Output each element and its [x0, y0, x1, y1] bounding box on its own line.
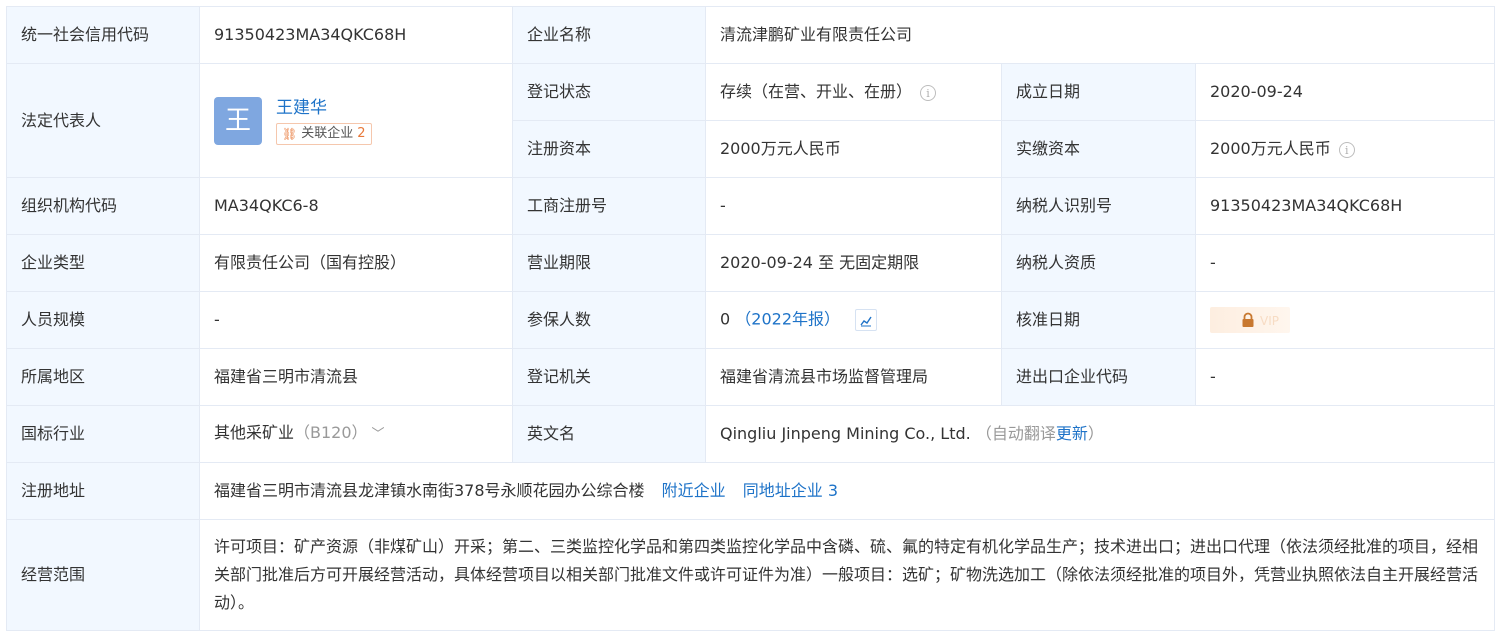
insured-year-link[interactable]: （2022年报） — [735, 310, 840, 329]
avatar[interactable]: 王 — [214, 96, 262, 145]
value-org-code: MA34QKC6-8 — [199, 177, 513, 235]
label-biz-reg-no: 工商注册号 — [512, 177, 706, 235]
value-company-name: 清流津鹏矿业有限责任公司 — [704, 6, 1496, 64]
value-insured: 0 （2022年报） — [705, 291, 1002, 349]
label-insured: 参保人数 — [512, 291, 706, 349]
label-english-name: 英文名 — [512, 405, 706, 463]
industry-code: （B120） — [294, 423, 360, 442]
industry-name: 其他采矿业 — [214, 423, 295, 442]
label-approve-date: 核准日期 — [1001, 291, 1196, 349]
value-staff-size: - — [199, 291, 513, 349]
info-circle-icon[interactable]: i — [920, 84, 937, 101]
label-biz-term: 营业期限 — [512, 234, 706, 292]
value-legal-rep: 王 王建华 ⛓ 关联企业 2 — [199, 63, 513, 178]
english-name-text: Qingliu Jinpeng Mining Co., Ltd. — [720, 424, 971, 443]
row-industry: 国标行业 其他采矿业（B120） ﹀ 英文名 Qingliu Jinpeng Mi… — [6, 405, 1496, 463]
label-company-type: 企业类型 — [6, 234, 200, 292]
related-count: 2 — [357, 125, 366, 141]
label-reg-authority: 登记机关 — [512, 348, 706, 406]
label-taxpayer-id: 纳税人识别号 — [1001, 177, 1196, 235]
auto-translate-suffix: ） — [1087, 424, 1104, 443]
legal-rep-block: 王 王建华 ⛓ 关联企业 2 — [214, 96, 512, 145]
label-taxpayer-qual: 纳税人资质 — [1001, 234, 1196, 292]
label-reg-address: 注册地址 — [6, 462, 200, 520]
value-import-export-code: - — [1194, 348, 1496, 406]
label-credit-code: 统一社会信用代码 — [6, 6, 200, 64]
row-staff: 人员规模 - 参保人数 0 （2022年报） 核准日期 VIP — [6, 291, 1496, 349]
translate-update-link[interactable]: 更新 — [1056, 424, 1088, 443]
label-region: 所属地区 — [6, 348, 200, 406]
label-legal-rep: 法定代表人 — [6, 63, 200, 178]
label-staff-size: 人员规模 — [6, 291, 200, 349]
value-taxpayer-qual: - — [1194, 234, 1496, 292]
value-reg-status: 存续（在营、开业、在册） i — [705, 63, 1002, 121]
label-industry: 国标行业 — [6, 405, 200, 463]
paid-capital-text: 2000万元人民币 — [1210, 139, 1331, 158]
value-found-date: 2020-09-24 — [1194, 63, 1496, 121]
insured-count: 0 — [720, 309, 731, 329]
label-reg-status: 登记状态 — [512, 63, 706, 121]
vip-lock-badge[interactable]: VIP — [1210, 307, 1290, 333]
value-biz-term: 2020-09-24 至 无固定期限 — [705, 234, 1002, 292]
row-scope: 经营范围 许可项目：矿产资源（非煤矿山）开采；第二、三类监控化学品和第四类监控化… — [6, 519, 1496, 631]
label-company-name: 企业名称 — [512, 6, 706, 64]
row-org-code: 组织机构代码 MA34QKC6-8 工商注册号 - 纳税人识别号 9135042… — [6, 177, 1496, 235]
lock-icon — [1242, 312, 1254, 327]
info-circle-icon[interactable]: i — [1338, 141, 1355, 158]
related-companies-badge[interactable]: ⛓ 关联企业 2 — [276, 122, 372, 145]
value-reg-authority: 福建省清流县市场监督管理局 — [705, 348, 1002, 406]
value-reg-capital: 2000万元人民币 — [705, 120, 1002, 178]
label-import-export-code: 进出口企业代码 — [1001, 348, 1196, 406]
value-biz-reg-no: - — [705, 177, 1002, 235]
value-english-name: Qingliu Jinpeng Mining Co., Ltd. （自动翻译更新… — [704, 405, 1496, 463]
chevron-down-icon[interactable]: ﹀ — [372, 427, 385, 442]
row-company-type: 企业类型 有限责任公司（国有控股） 营业期限 2020-09-24 至 无固定期… — [6, 234, 1496, 292]
same-address-count: 3 — [827, 481, 839, 500]
related-label: 关联企业 — [301, 125, 354, 141]
row-credit-code: 统一社会信用代码 91350423MA34QKC68H 企业名称 清流津鹏矿业有… — [6, 6, 1496, 64]
label-reg-capital: 注册资本 — [512, 120, 706, 178]
same-address-companies-link[interactable]: 同地址企业 3 — [743, 481, 838, 500]
value-approve-date: VIP — [1194, 291, 1496, 349]
reg-status-text: 存续（在营、开业、在册） — [720, 82, 913, 101]
network-icon: ⛓ — [282, 126, 298, 141]
row-status: 法定代表人 王 王建华 ⛓ 关联企业 2 登记状态 存续（在营、开业、在册） i … — [6, 63, 1496, 178]
value-company-type: 有限责任公司（国有控股） — [199, 234, 513, 292]
row-address: 注册地址 福建省三明市清流县龙津镇水南街378号永顺花园办公综合楼 附近企业 同… — [6, 462, 1496, 520]
label-paid-capital: 实缴资本 — [1001, 120, 1196, 178]
legal-rep-name-link[interactable]: 王建华 — [276, 97, 372, 119]
value-industry[interactable]: 其他采矿业（B120） ﹀ — [199, 405, 513, 463]
label-org-code: 组织机构代码 — [6, 177, 200, 235]
reg-address-text: 福建省三明市清流县龙津镇水南街378号永顺花园办公综合楼 — [214, 481, 645, 500]
same-address-label: 同地址企业 — [742, 481, 823, 500]
vip-label: VIP — [1260, 314, 1279, 328]
value-region: 福建省三明市清流县 — [199, 348, 513, 406]
value-paid-capital: 2000万元人民币 i — [1194, 120, 1496, 178]
nearby-companies-link[interactable]: 附近企业 — [662, 481, 726, 500]
value-taxpayer-id: 91350423MA34QKC68H — [1194, 177, 1496, 235]
row-region: 所属地区 福建省三明市清流县 登记机关 福建省清流县市场监督管理局 进出口企业代… — [6, 348, 1496, 406]
company-info-table: 统一社会信用代码 91350423MA34QKC68H 企业名称 清流津鹏矿业有… — [6, 6, 1496, 631]
value-biz-scope: 许可项目：矿产资源（非煤矿山）开采；第二、三类监控化学品和第四类监控化学品中含磷… — [198, 519, 1496, 631]
value-reg-address: 福建省三明市清流县龙津镇水南街378号永顺花园办公综合楼 附近企业 同地址企业 … — [198, 462, 1496, 520]
label-found-date: 成立日期 — [1001, 63, 1196, 121]
value-credit-code: 91350423MA34QKC68H — [199, 6, 513, 64]
trend-chart-icon[interactable] — [855, 309, 878, 331]
label-biz-scope: 经营范围 — [6, 519, 200, 631]
auto-translate-prefix: （自动翻译 — [975, 424, 1056, 443]
